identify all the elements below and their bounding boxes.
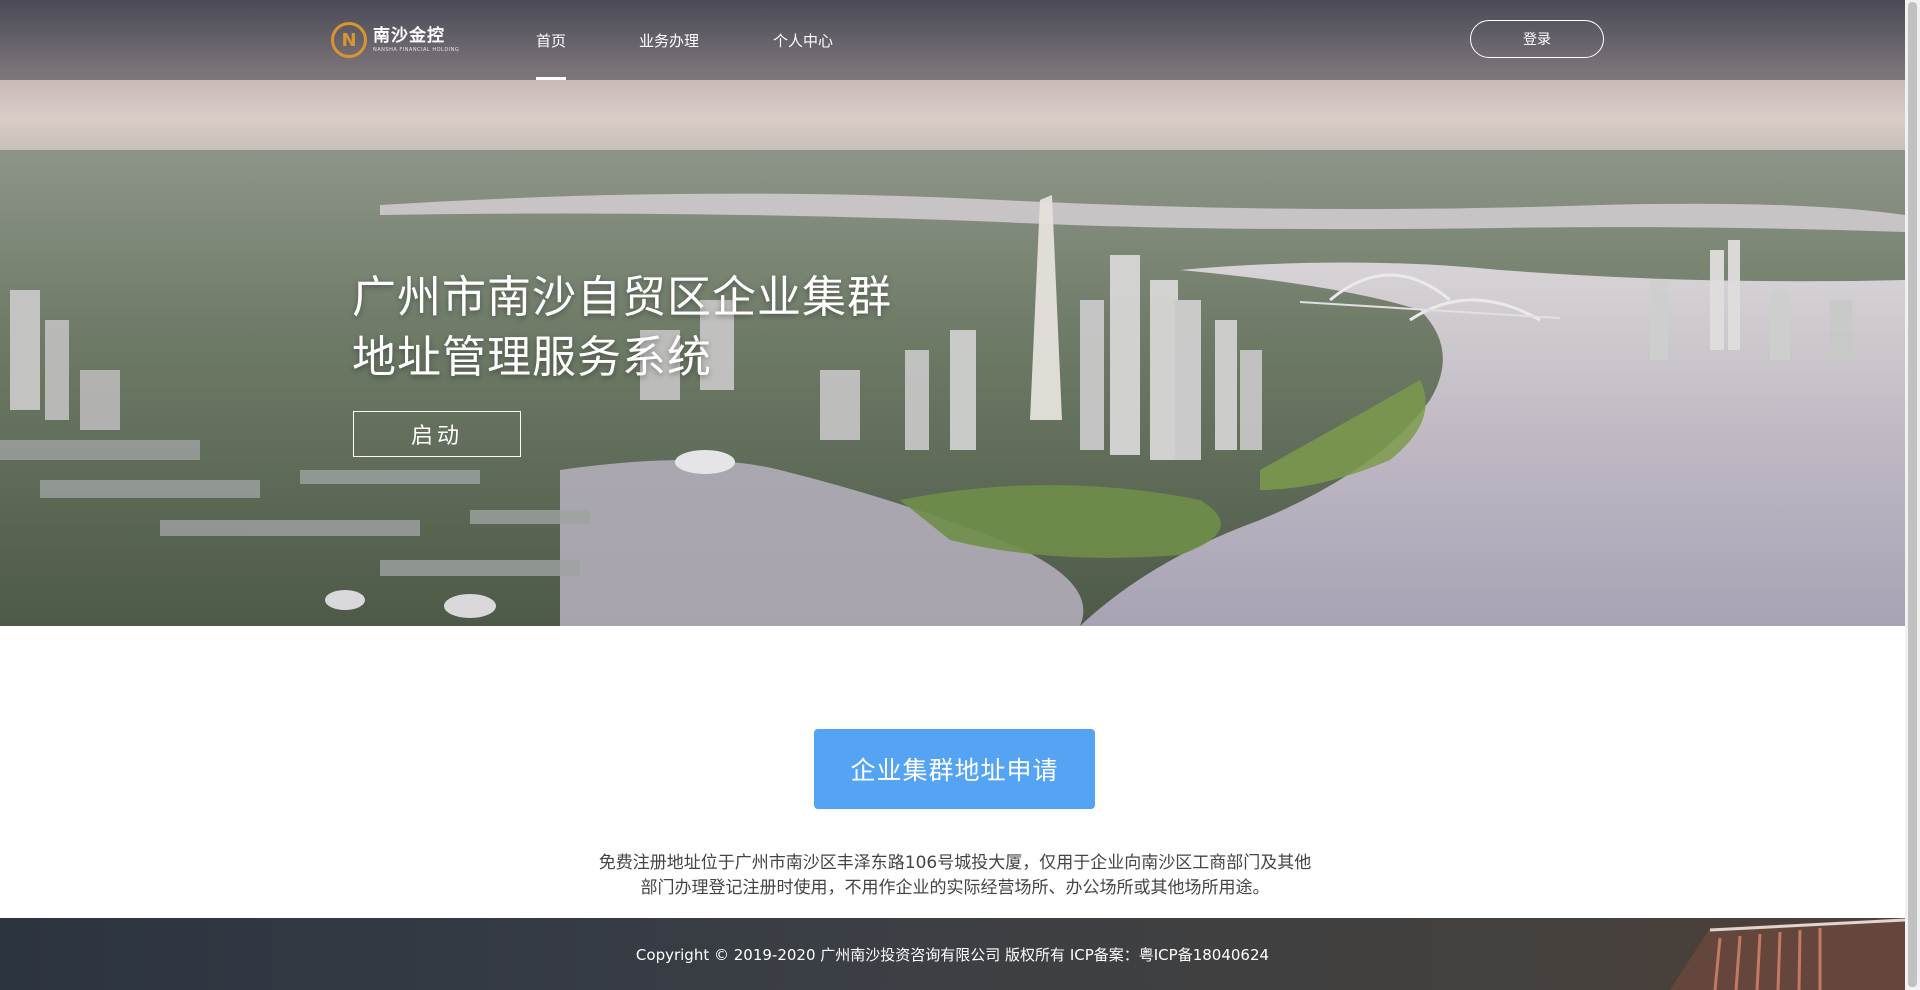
nav-home[interactable]: 首页	[536, 0, 567, 80]
logo[interactable]: N 南沙金控 NANSHA FINANCIAL HOLDING	[331, 20, 459, 60]
logo-text: 南沙金控 NANSHA FINANCIAL HOLDING	[373, 25, 460, 53]
hero-banner: N 南沙金控 NANSHA FINANCIAL HOLDING 首页 业务办理 …	[0, 0, 1905, 626]
logo-name: 南沙金控	[373, 25, 445, 46]
hero-title-line-2: 地址管理服务系统	[352, 332, 712, 383]
address-notice: 免费注册地址位于广州市南沙区丰泽东路106号城投大厦，仅用于企业向南沙区工商部门…	[540, 851, 1370, 901]
notice-line-1: 免费注册地址位于广州市南沙区丰泽东路106号城投大厦，仅用于企业向南沙区工商部门…	[598, 853, 1312, 873]
logo-icon: N	[331, 22, 367, 58]
nav-personal-center[interactable]: 个人中心	[773, 0, 833, 80]
copyright-text: Copyright © 2019-2020 广州南沙投资咨询有限公司 版权所有 …	[635, 946, 1270, 964]
hero-title: 广州市南沙自贸区企业集群 地址管理服务系统	[352, 268, 892, 388]
vertical-scrollbar[interactable]	[1905, 0, 1920, 990]
start-button[interactable]: 启动	[353, 411, 521, 457]
scrollbar-thumb[interactable]	[1908, 2, 1917, 987]
top-navigation-bar	[0, 0, 1905, 80]
logo-subtitle: NANSHA FINANCIAL HOLDING	[373, 46, 460, 53]
notice-line-2: 部门办理登记注册时使用，不用作企业的实际经营场所、办公场所或其他场所用途。	[640, 878, 1270, 898]
apply-address-button[interactable]: 企业集群地址申请	[814, 729, 1095, 809]
page: N 南沙金控 NANSHA FINANCIAL HOLDING 首页 业务办理 …	[0, 0, 1920, 990]
login-button[interactable]: 登录	[1470, 20, 1604, 58]
hero-title-line-1: 广州市南沙自贸区企业集群	[352, 272, 892, 323]
city-aerial-image	[0, 0, 1905, 626]
footer: Copyright © 2019-2020 广州南沙投资咨询有限公司 版权所有 …	[0, 918, 1905, 990]
nav-business[interactable]: 业务办理	[639, 0, 699, 80]
